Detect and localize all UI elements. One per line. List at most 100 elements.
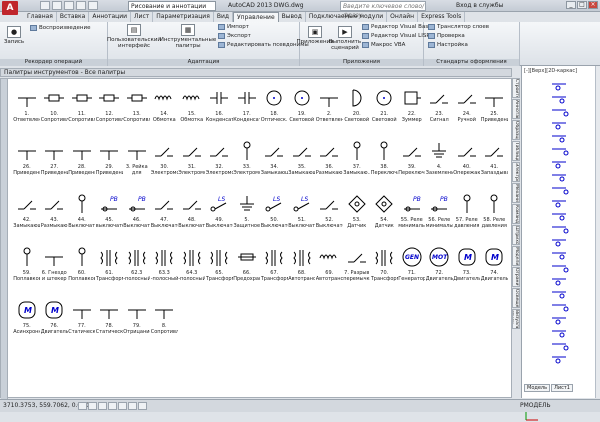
palette-item[interactable]: 23. Сигнал сирены: [426, 83, 454, 136]
palette-item[interactable]: 15. Обмотка с жестким ст...: [178, 83, 206, 136]
ortho-icon[interactable]: [98, 402, 107, 410]
otrack-icon[interactable]: [128, 402, 137, 410]
palette-item[interactable]: 60. Поплавков...: [68, 242, 96, 295]
palette-item[interactable]: 30. Электромо...: [151, 136, 179, 189]
palette-item[interactable]: 18. Оптическ...: [261, 83, 289, 136]
palette-item[interactable]: 32. Электромо...: [206, 136, 234, 189]
palette-item[interactable]: 63.3 -полосный ...: [151, 242, 179, 295]
playback-button[interactable]: Воспроизведение: [30, 25, 90, 31]
tab-0[interactable]: Главная: [24, 12, 57, 22]
palette-tab-8[interactable]: Моделирование: [512, 246, 520, 266]
palette-tab-4[interactable]: Электротехника: [512, 162, 520, 182]
workspace-select[interactable]: Рисование и аннотации: [128, 1, 216, 11]
palette-item[interactable]: 67. Трансформ...: [261, 242, 289, 295]
palette-item[interactable]: 40. Опережаю...: [453, 136, 481, 189]
palette-item[interactable]: 61. Трансформ...: [96, 242, 124, 295]
lineweight-icon[interactable]: [138, 402, 147, 410]
palette-item[interactable]: 6. Гнездо и штекер: [41, 242, 69, 295]
settings-button[interactable]: Настройка: [428, 42, 468, 48]
palette-item[interactable]: 53. Датчик движения ...: [343, 189, 371, 242]
palette-item[interactable]: GEN 71. Генератор: [398, 242, 426, 295]
palette-item[interactable]: 77. Статическ...: [68, 295, 96, 348]
apps-button[interactable]: ▣ Приложения: [297, 26, 333, 45]
palette-tab-10[interactable]: Освещение: [512, 288, 520, 308]
palette-item[interactable]: 68. Автотрансф...: [288, 242, 316, 295]
search-input[interactable]: Введите ключевое слово/фразу: [340, 1, 426, 19]
palette-tab-1[interactable]: Аннотации: [512, 99, 520, 119]
vba-macros-button[interactable]: Макрос VBA: [362, 42, 405, 48]
palette-item[interactable]: 25. Приведение...: [481, 83, 509, 136]
palette-tab-9[interactable]: Ограничения: [512, 267, 520, 287]
grid-icon[interactable]: [88, 402, 97, 410]
palette-item[interactable]: PB 46. Выключател...: [123, 189, 151, 242]
palette-item[interactable]: 20. Световой индикатор ...: [343, 83, 371, 136]
tab-3[interactable]: Лист: [131, 12, 154, 22]
tab-1[interactable]: Вставка: [57, 12, 90, 22]
palette-item[interactable]: 19. Световой индикатор ...: [288, 83, 316, 136]
model-tab[interactable]: Модель: [524, 384, 551, 392]
palette-item[interactable]: 79. Отрицание представлен...: [123, 295, 151, 348]
run-script-button[interactable]: ▶ Выполнить сценарий: [329, 26, 361, 51]
palette-item[interactable]: 42. Замыкающ...: [13, 189, 41, 242]
palette-item[interactable]: 12. Сопротивле...: [96, 83, 124, 136]
open-icon[interactable]: [52, 1, 62, 10]
palette-item[interactable]: LS 49. Выключател...: [206, 189, 234, 242]
palette-item[interactable]: 14. Обмотка индуктивно...: [151, 83, 179, 136]
palette-item[interactable]: 36. Размыкаю...: [316, 136, 344, 189]
minimize-icon[interactable]: _: [566, 1, 576, 9]
palette-item[interactable]: 78. Статическ...: [96, 295, 124, 348]
tab-5[interactable]: Вид: [214, 12, 233, 22]
palette-item[interactable]: 44. Выключател...: [68, 189, 96, 242]
import-button[interactable]: Импорт: [218, 24, 249, 30]
palette-item[interactable]: 70. Трансформ...: [371, 242, 399, 295]
palette-item[interactable]: 7. Разрыв перемычки...: [343, 242, 371, 295]
autocad-logo-icon[interactable]: A: [2, 1, 18, 15]
palette-tab-2[interactable]: Образцы: [512, 120, 520, 140]
palette-item[interactable]: M 75. Асинхронн...: [13, 295, 41, 348]
palette-item[interactable]: 24. Ручной привод общ...: [453, 83, 481, 136]
palette-item[interactable]: 69. Автотрансф...: [316, 242, 344, 295]
palette-item[interactable]: LS 50. Выключател...: [261, 189, 289, 242]
palette-tab-11[interactable]: Визуальные стили: [512, 309, 520, 329]
undo-icon[interactable]: [76, 1, 86, 10]
sheet-tab[interactable]: Лист1: [551, 384, 573, 392]
palette-item[interactable]: MOT 72. Двигатель общее обо...: [426, 242, 454, 295]
user-interface-button[interactable]: ▤ Пользовательский интерфейс: [107, 24, 161, 49]
palette-item[interactable]: 66. Предохрани...: [233, 242, 261, 295]
tab-2[interactable]: Аннотации: [89, 12, 132, 22]
vb-editor-button[interactable]: Редактор Visual Basic: [362, 24, 433, 30]
palette-item[interactable]: 48. Выключател...: [178, 189, 206, 242]
palette-item[interactable]: 31. Электромо...: [178, 136, 206, 189]
palette-item[interactable]: M 74. Двигатель переменно...: [481, 242, 509, 295]
palette-item[interactable]: 39. Переключа...: [398, 136, 426, 189]
tab-9[interactable]: Онлайн: [387, 12, 419, 22]
tab-7[interactable]: Вывод: [279, 12, 306, 22]
tab-4[interactable]: Параметризация: [153, 12, 214, 22]
palette-item[interactable]: 54. Датчик движения ...: [371, 189, 399, 242]
palette-item[interactable]: M 76. Двигатель переменно...: [41, 295, 69, 348]
palette-item[interactable]: 17. Конденсат...: [233, 83, 261, 136]
close-icon[interactable]: ×: [588, 1, 598, 9]
palette-item[interactable]: 47. Выключател...: [151, 189, 179, 242]
palette-item[interactable]: 4. Заземление общее обо...: [426, 136, 454, 189]
palette-item[interactable]: 35. Замыкающ...: [288, 136, 316, 189]
tool-palettes-button[interactable]: ▦ Инструментальные палитры: [160, 24, 216, 49]
palette-item[interactable]: 29. Приведение...: [96, 136, 124, 189]
maximize-icon[interactable]: □: [577, 1, 587, 9]
tab-10[interactable]: Express Tools: [418, 12, 466, 22]
palette-tab-7[interactable]: Штриховки: [512, 225, 520, 245]
palette-item[interactable]: 57. Реле давления р...: [453, 189, 481, 242]
palette-item[interactable]: PB 45. выключател...: [96, 189, 124, 242]
check-button[interactable]: Проверка: [428, 33, 465, 39]
polar-icon[interactable]: [108, 402, 117, 410]
vertical-scrollbar[interactable]: [595, 66, 600, 398]
palette-item[interactable]: 58. Реле давления ...: [481, 189, 509, 242]
palette-item[interactable]: PB 55. Реле минимальн...: [398, 189, 426, 242]
palette-item[interactable]: 26. Приведение...: [13, 136, 41, 189]
palette-tab-0[interactable]: Строительство: [512, 78, 520, 98]
palette-item[interactable]: 10. Сопротивл...: [41, 83, 69, 136]
palette-item[interactable]: LS 51. Выключател...: [288, 189, 316, 242]
palette-item[interactable]: 16. Конденсат...: [206, 83, 234, 136]
palette-item[interactable]: 34. Замыкающ...: [261, 136, 289, 189]
palette-item[interactable]: 8. Сопротивл...: [151, 295, 179, 348]
